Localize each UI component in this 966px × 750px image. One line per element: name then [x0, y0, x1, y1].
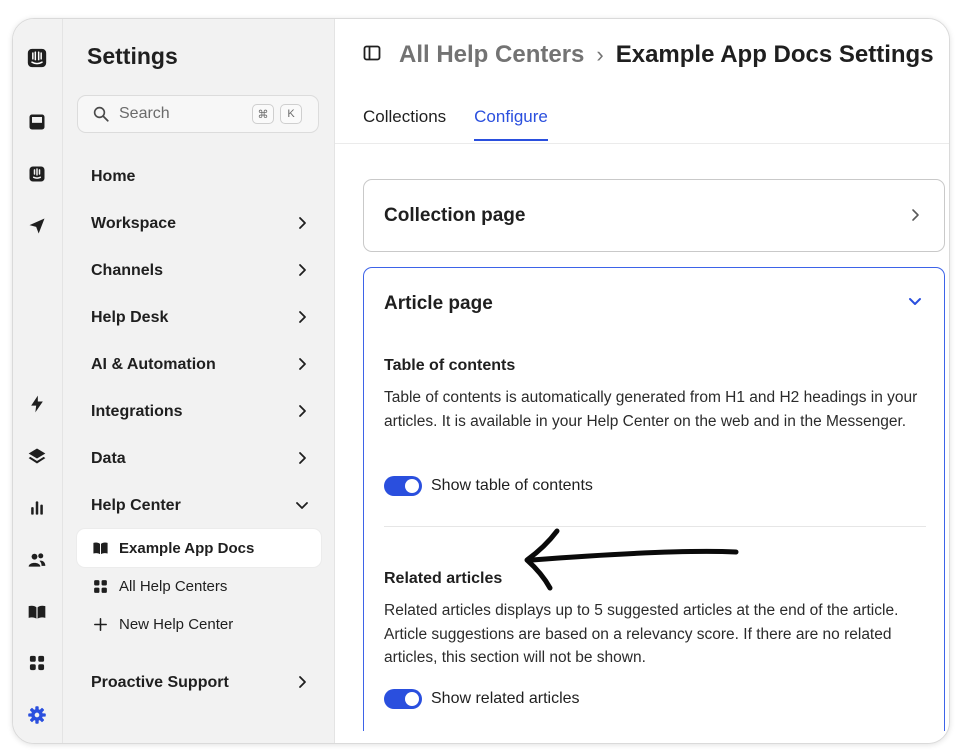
- inbox-icon[interactable]: [25, 110, 49, 134]
- sidebar-item-label: Home: [91, 167, 136, 185]
- app-window: Settings Search ⌘ K Home Workspace Chann…: [12, 18, 950, 744]
- sidebar-sub-item-new-help-center[interactable]: New Help Center: [77, 605, 321, 643]
- page-title: Example App Docs Settings: [615, 41, 934, 68]
- sidebar-sub-item-all-help-centers[interactable]: All Help Centers: [77, 567, 321, 605]
- tab-collections[interactable]: Collections: [363, 107, 446, 141]
- breadcrumb-separator: ›: [596, 42, 604, 67]
- search-icon: [93, 106, 109, 122]
- chevron-right-icon: [299, 676, 306, 688]
- sidebar-item-label: AI & Automation: [91, 355, 216, 373]
- toggle-knob: [405, 692, 419, 706]
- reports-icon[interactable]: [25, 496, 49, 520]
- chevron-right-icon: [299, 311, 306, 323]
- article-page-card: Article page Table of contents Table of …: [363, 267, 945, 731]
- sidebar-item-proactive-support[interactable]: Proactive Support: [77, 659, 321, 706]
- related-description: Related articles displays up to 5 sugges…: [384, 602, 899, 666]
- sidebar-item-home[interactable]: Home: [77, 153, 321, 200]
- sidebar-item-ai-automation[interactable]: AI & Automation: [77, 341, 321, 388]
- intercom-logo-icon[interactable]: [24, 45, 50, 71]
- toc-description: Table of contents is automatically gener…: [384, 389, 918, 430]
- search-placeholder: Search: [119, 105, 170, 122]
- sidebar-item-label: Channels: [91, 261, 164, 279]
- toc-section-title: Table of contents: [384, 357, 516, 374]
- sidebar-item-integrations[interactable]: Integrations: [77, 388, 321, 435]
- show-related-label: Show related articles: [431, 690, 580, 707]
- chevron-right-icon: [912, 209, 919, 221]
- settings-nav: Home Workspace Channels Help Desk AI & A…: [77, 153, 321, 706]
- sidebar-sub-item-label: All Help Centers: [119, 577, 228, 595]
- settings-sidebar: Settings Search ⌘ K Home Workspace Chann…: [63, 19, 335, 743]
- sidebar-item-workspace[interactable]: Workspace: [77, 200, 321, 247]
- sidebar-item-channels[interactable]: Channels: [77, 247, 321, 294]
- sidebar-item-label: Proactive Support: [91, 673, 229, 691]
- chevron-right-icon: [299, 405, 306, 417]
- main-content: All Help Centers › Example App Docs Sett…: [335, 19, 949, 743]
- apps-icon[interactable]: [25, 651, 49, 675]
- show-toc-toggle[interactable]: [384, 476, 422, 496]
- collection-page-card[interactable]: Collection page: [363, 179, 945, 252]
- related-section-title: Related articles: [384, 570, 503, 587]
- settings-gear-icon[interactable]: [25, 703, 49, 727]
- shortcut-cmd-key: ⌘: [252, 104, 274, 124]
- chevron-right-icon: [299, 452, 306, 464]
- tab-configure[interactable]: Configure: [474, 107, 548, 141]
- contacts-icon[interactable]: [25, 548, 49, 572]
- sidebar-sub-item-label: Example App Docs: [119, 539, 255, 557]
- bolt-icon[interactable]: [25, 392, 49, 416]
- show-toc-label: Show table of contents: [431, 477, 593, 494]
- chevron-down-icon: [296, 502, 308, 509]
- tab-bar: Collections Configure: [363, 107, 576, 141]
- grid-icon: [91, 577, 109, 595]
- breadcrumb: All Help Centers › Example App Docs Sett…: [363, 41, 934, 69]
- sidebar-item-label: Workspace: [91, 214, 177, 232]
- chevron-right-icon: [299, 358, 306, 370]
- toggle-sidebar-icon[interactable]: [363, 44, 381, 67]
- search-input[interactable]: Search ⌘ K: [77, 95, 319, 133]
- chevron-right-icon: [299, 264, 306, 276]
- tabs-divider: [335, 143, 949, 144]
- breadcrumb-link-all-help-centers[interactable]: All Help Centers: [399, 41, 584, 69]
- icon-rail: [13, 19, 63, 743]
- show-related-toggle[interactable]: [384, 689, 422, 709]
- collection-page-title: Collection page: [384, 205, 526, 226]
- annotation-arrow-icon: [524, 528, 739, 591]
- sidebar-item-help-center[interactable]: Help Center: [77, 482, 321, 529]
- sidebar-sub-item-example-app-docs[interactable]: Example App Docs: [77, 529, 321, 567]
- sidebar-title: Settings: [87, 43, 178, 69]
- toggle-knob: [405, 479, 419, 493]
- sidebar-item-label: Data: [91, 449, 126, 467]
- book-icon: [91, 539, 109, 557]
- outbound-icon[interactable]: [25, 214, 49, 238]
- chevron-right-icon: [299, 217, 306, 229]
- sidebar-sub-item-label: New Help Center: [119, 615, 234, 633]
- sidebar-item-label: Integrations: [91, 402, 183, 420]
- sidebar-item-label: Help Center: [91, 496, 181, 514]
- toc-toggle-row[interactable]: Show table of contents: [384, 476, 593, 496]
- related-toggle-row[interactable]: Show related articles: [384, 689, 580, 709]
- chevron-down-icon[interactable]: [908, 294, 922, 308]
- article-page-title[interactable]: Article page: [384, 293, 493, 315]
- fin-icon[interactable]: [25, 162, 49, 186]
- knowledge-icon[interactable]: [25, 600, 49, 624]
- shortcut-k-key: K: [280, 104, 302, 124]
- sidebar-item-data[interactable]: Data: [77, 435, 321, 482]
- sidebar-item-label: Help Desk: [91, 308, 169, 326]
- layers-icon[interactable]: [25, 444, 49, 468]
- sidebar-item-help-desk[interactable]: Help Desk: [77, 294, 321, 341]
- plus-icon: [91, 615, 109, 633]
